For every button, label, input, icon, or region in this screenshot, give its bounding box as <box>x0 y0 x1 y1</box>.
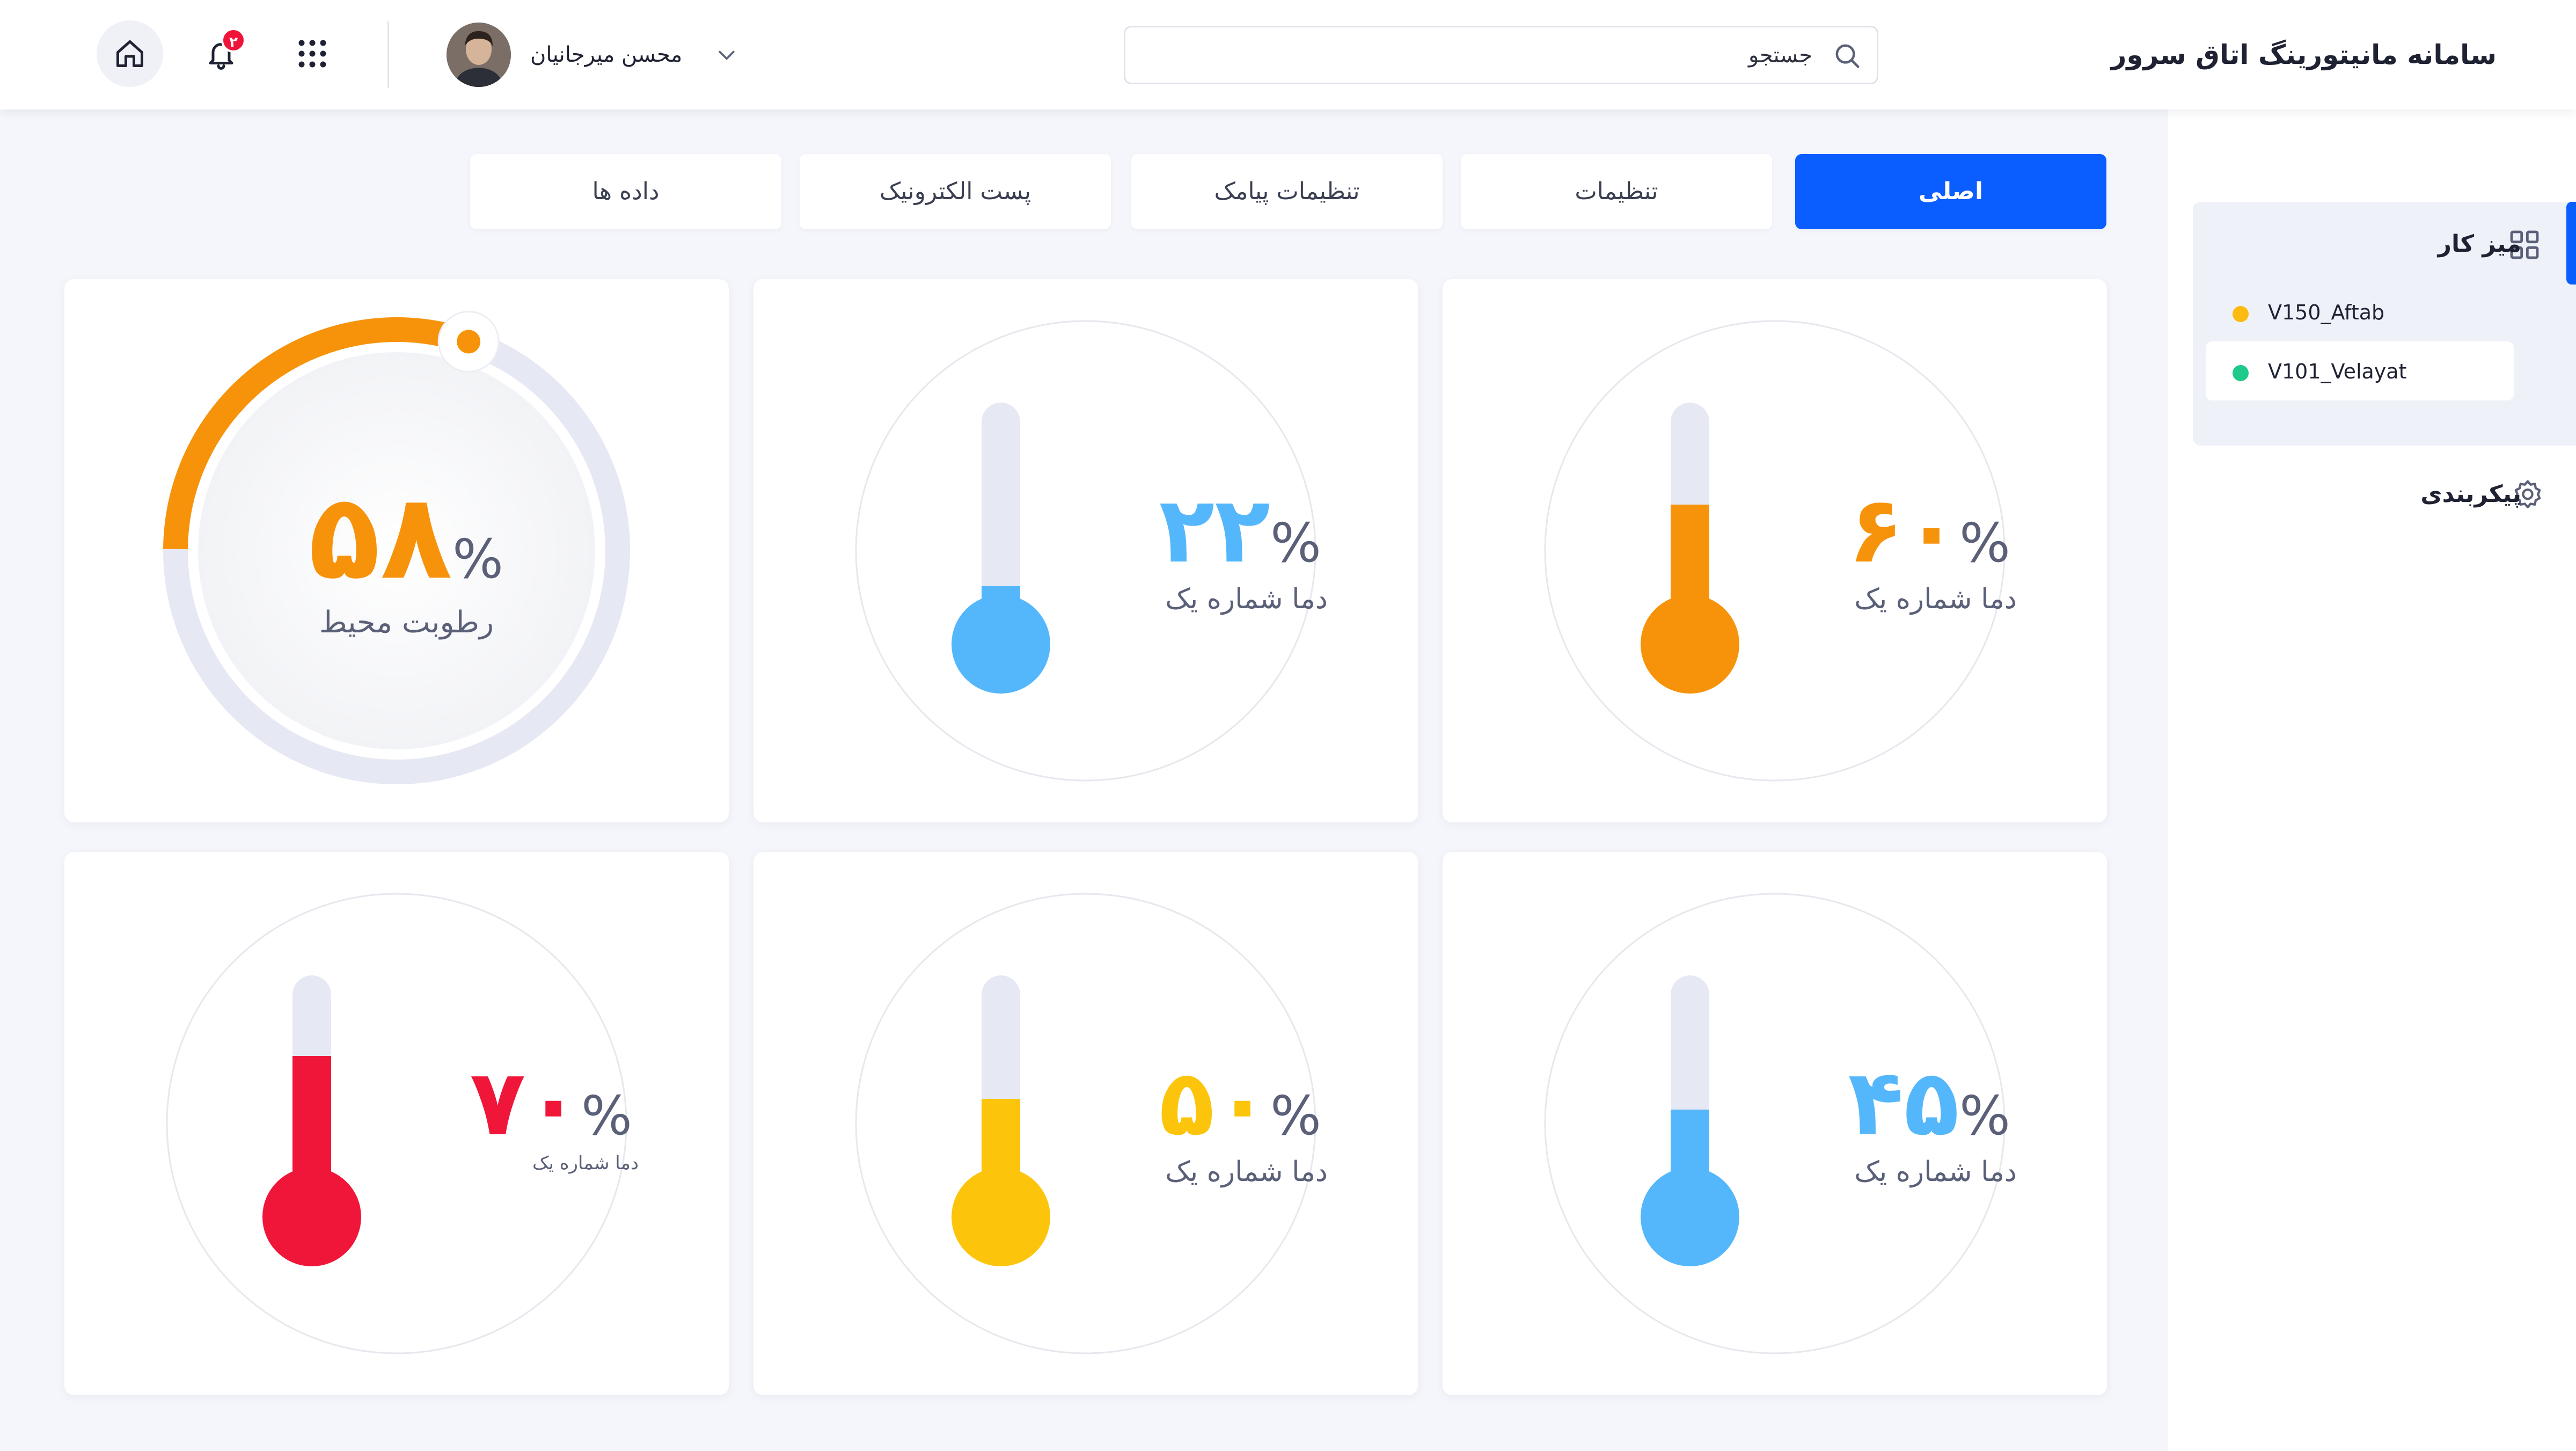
humidity-knob-dot <box>457 330 481 354</box>
apps-grid-icon <box>298 40 326 68</box>
notification-badge: ۲ <box>221 28 246 53</box>
user-menu[interactable]: محسن میرجانیان <box>447 20 747 89</box>
sidebar: میز کار V150_Aftab V101_Velayat پیکربندی <box>2168 110 2576 1451</box>
settings-label[interactable]: پیکربندی <box>2420 476 2521 513</box>
sensor-value: ۶۰% <box>1716 477 2017 584</box>
search-box[interactable] <box>1124 26 1878 84</box>
value-number: ۲۲ <box>1159 477 1270 584</box>
percent-sign: % <box>1959 512 2010 574</box>
sidebar-workspace-group: میز کار V150_Aftab V101_Velayat <box>2193 202 2576 446</box>
header-divider <box>387 21 389 88</box>
tab-email[interactable]: پست الکترونیک <box>800 154 1111 229</box>
sensor-value: ۵۸% <box>209 478 510 596</box>
sidebar-item-settings[interactable]: پیکربندی <box>2193 464 2576 523</box>
tab-data[interactable]: داده ها <box>470 154 781 229</box>
sensor-label: دما شماره یک <box>1854 583 2017 615</box>
temperature-card: ۷۰% دما شماره یک <box>64 852 729 1395</box>
value-number: ۵۰ <box>1159 1050 1270 1156</box>
temperature-card: ۲۲% دما شماره یک <box>753 279 1418 822</box>
home-button[interactable] <box>97 20 163 87</box>
percent-sign: % <box>1270 1084 1321 1147</box>
status-dot <box>2233 365 2249 381</box>
sensor-value: ۵۰% <box>1027 1049 1328 1157</box>
device-label[interactable]: V150_Aftab <box>2268 296 2384 329</box>
home-icon <box>116 40 143 67</box>
temperature-card: ۶۰% دما شماره یک <box>1443 279 2107 822</box>
tab-sms-settings[interactable]: تنظیمات پیامک <box>1131 154 1443 229</box>
sidebar-device-velayat[interactable]: V101_Velayat <box>2206 341 2514 400</box>
value-number: ۵۸ <box>308 468 452 606</box>
status-dot <box>2233 306 2249 322</box>
top-header: سامانه مانیتورینگ اتاق سرور محسن میرجانی… <box>0 0 2576 110</box>
tab-main[interactable]: اصلی <box>1795 154 2106 229</box>
search-input[interactable] <box>1136 27 1812 83</box>
percent-sign: % <box>452 528 503 590</box>
avatar[interactable] <box>447 23 511 87</box>
sensor-label: دما شماره یک <box>1165 1156 1328 1188</box>
chevron-down-icon[interactable] <box>715 43 738 67</box>
sidebar-item-workspace[interactable]: میز کار <box>2438 225 2521 263</box>
sensor-label: رطوبت محیط <box>319 605 494 640</box>
avatar-image <box>447 23 511 87</box>
app-root: سامانه مانیتورینگ اتاق سرور محسن میرجانی… <box>0 0 2576 1451</box>
humidity-card: ۵۸% رطوبت محیط <box>64 279 729 822</box>
temperature-card: ۴۵% دما شماره یک <box>1443 852 2107 1395</box>
sensor-label: دما شماره یک <box>532 1153 639 1174</box>
sensor-label: دما شماره یک <box>1165 583 1328 615</box>
device-label[interactable]: V101_Velayat <box>2268 355 2406 388</box>
user-name[interactable]: محسن میرجانیان <box>530 39 682 71</box>
value-number: ۷۰ <box>470 1050 581 1156</box>
tab-settings[interactable]: تنظیمات <box>1461 154 1772 229</box>
temperature-card: ۵۰% دما شماره یک <box>753 852 1418 1395</box>
app-title: سامانه مانیتورینگ اتاق سرور <box>2111 39 2497 70</box>
sensor-value: ۴۵% <box>1716 1049 2017 1157</box>
sensor-value: ۷۰% <box>338 1049 639 1157</box>
apps-button[interactable] <box>279 20 346 87</box>
search-icon[interactable] <box>1833 41 1862 70</box>
sidebar-device-aftab[interactable]: V150_Aftab <box>2206 282 2514 341</box>
active-indicator <box>2566 202 2576 285</box>
percent-sign: % <box>581 1084 632 1147</box>
sensor-label: دما شماره یک <box>1854 1156 2017 1188</box>
value-number: ۴۵ <box>1848 1050 1959 1156</box>
percent-sign: % <box>1270 512 1321 574</box>
notifications-button[interactable]: ۲ <box>188 20 254 87</box>
value-number: ۶۰ <box>1848 477 1959 584</box>
sensor-value: ۲۲% <box>1027 477 1328 584</box>
percent-sign: % <box>1959 1084 2010 1147</box>
